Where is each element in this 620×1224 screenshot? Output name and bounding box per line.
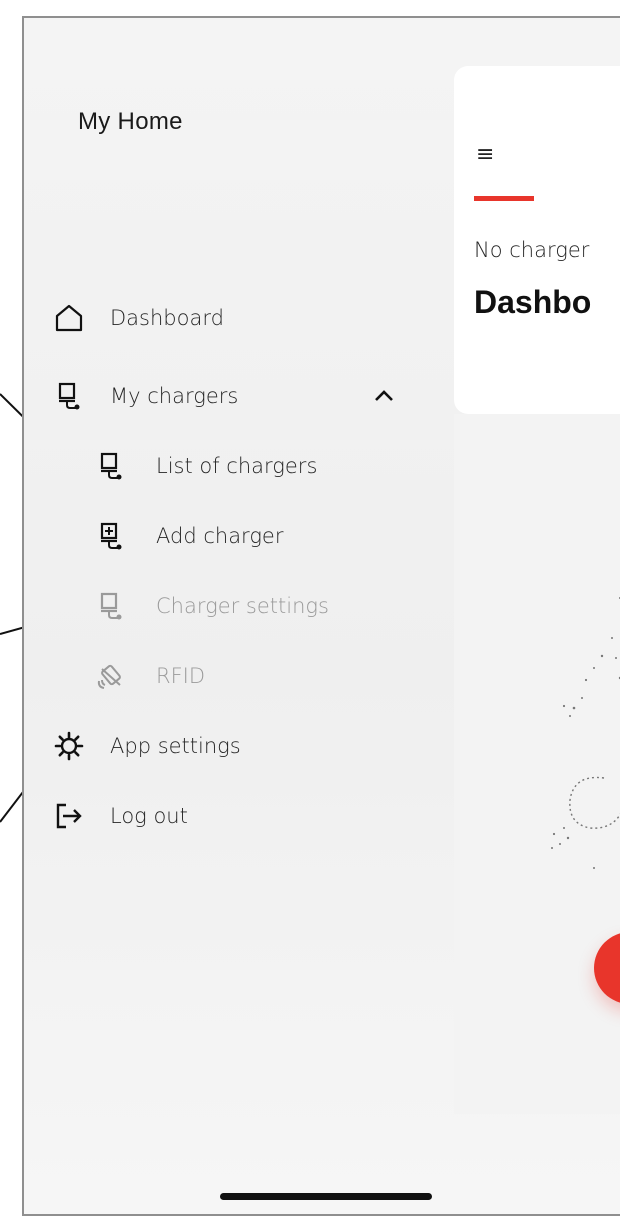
phone-screen: My Home Dashboard My chargers List of ch… (22, 16, 620, 1216)
menu-item-rfid[interactable]: RFID (96, 656, 205, 696)
navigation-drawer: My Home Dashboard My chargers List of ch… (24, 18, 454, 1214)
menu-item-label: Dashboard (110, 306, 224, 330)
menu-item-my-chargers[interactable]: My chargers (54, 376, 238, 416)
house-icon (54, 303, 84, 333)
add-charger-icon (96, 521, 126, 551)
charger-icon (96, 451, 126, 481)
menu-item-add-charger[interactable]: Add charger (96, 516, 283, 556)
charger-icon (96, 591, 126, 621)
accent-bar (474, 196, 534, 201)
page-title: Dashbo (474, 284, 592, 320)
screenshot-frame: My Home Dashboard My chargers List of ch… (0, 0, 620, 1224)
hamburger-menu-icon[interactable]: ≡ (476, 142, 494, 167)
menu-item-label: My chargers (110, 384, 239, 408)
home-indicator[interactable] (220, 1193, 432, 1200)
dashboard-header-card: ≡ No charger Dashbo (454, 66, 620, 414)
menu-item-label: List of chargers (156, 454, 318, 478)
menu-item-label: RFID (156, 664, 206, 688)
gear-icon (54, 731, 84, 761)
menu-item-label: Log out (110, 804, 188, 828)
menu-item-app-settings[interactable]: App settings (54, 726, 241, 766)
logout-icon (54, 801, 84, 831)
menu-item-dashboard[interactable]: Dashboard (54, 298, 224, 338)
menu-item-label: Charger settings (156, 594, 329, 618)
charger-status-text: No charger (474, 238, 590, 262)
menu-item-log-out[interactable]: Log out (54, 796, 188, 836)
menu-item-label: Add charger (156, 524, 284, 548)
rfid-icon (96, 661, 126, 691)
menu-item-charger-settings[interactable]: Charger settings (96, 586, 329, 626)
menu-item-label: App settings (110, 734, 241, 758)
menu-item-list-of-chargers[interactable]: List of chargers (96, 446, 317, 486)
charger-icon (54, 381, 84, 411)
drawer-title: My Home (78, 108, 183, 135)
charger-illustration (551, 597, 620, 869)
chevron-up-icon[interactable] (372, 386, 396, 406)
